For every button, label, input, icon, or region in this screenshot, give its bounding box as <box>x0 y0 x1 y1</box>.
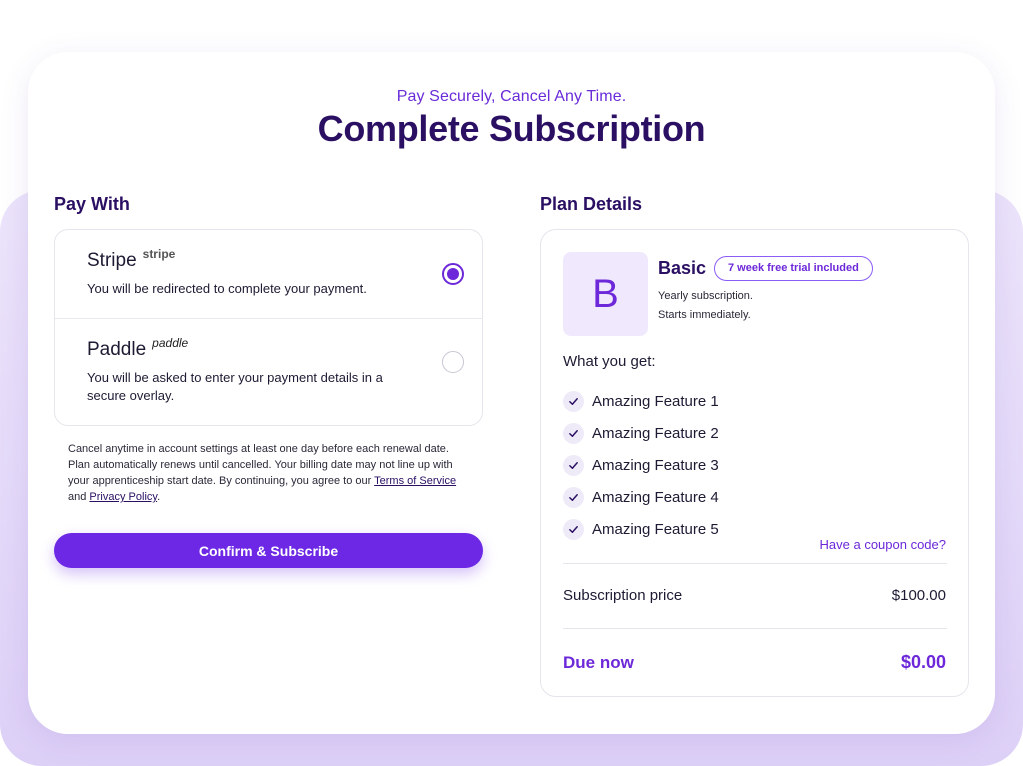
terms-of-service-link[interactable]: Terms of Service <box>374 475 456 487</box>
method-name: Paddle paddle <box>87 336 189 361</box>
legal-conjunction: and <box>68 491 87 503</box>
payment-method-stripe[interactable]: Stripe stripe You will be redirected to c… <box>55 230 482 319</box>
divider <box>563 628 947 629</box>
radio-unselected-icon[interactable] <box>442 351 464 373</box>
page-title: Complete Subscription <box>317 108 706 149</box>
plan-start: Starts immediately. <box>658 309 751 321</box>
subscription-price-label: Subscription price <box>563 587 683 604</box>
trial-badge: 7 week free trial included <box>714 256 873 281</box>
method-description: You will be redirected to complete your … <box>87 281 367 296</box>
payment-method-list: Stripe stripe You will be redirected to c… <box>54 229 483 426</box>
paddle-logo: paddle <box>152 336 189 350</box>
divider <box>563 563 947 564</box>
legal-end: . <box>157 491 161 503</box>
method-name-label: Stripe <box>87 250 137 271</box>
check-icon <box>563 422 584 444</box>
subscription-price-value: $100.00 <box>891 587 946 604</box>
method-description: You will be asked to enter your payment … <box>87 370 383 403</box>
privacy-policy-link[interactable]: Privacy Policy <box>89 491 157 503</box>
features-heading: What you get: <box>563 353 656 370</box>
plan-details-heading: Plan Details <box>540 194 643 214</box>
list-item: Amazing Feature 4 <box>563 481 719 513</box>
check-icon <box>563 454 584 476</box>
check-icon <box>563 486 584 508</box>
page-eyebrow: Pay Securely, Cancel Any Time. <box>396 88 627 105</box>
check-icon <box>563 518 584 540</box>
method-name: Stripe stripe <box>87 247 176 272</box>
feature-label: Amazing Feature 3 <box>592 456 719 474</box>
due-now-label: Due now <box>563 653 634 672</box>
list-item: Amazing Feature 1 <box>563 385 719 417</box>
confirm-subscribe-button[interactable]: Confirm & Subscribe <box>54 533 483 568</box>
plan-name: Basic <box>658 258 707 278</box>
method-name-label: Paddle <box>87 339 147 360</box>
payment-method-paddle[interactable]: Paddle paddle You will be asked to enter … <box>55 319 482 425</box>
feature-label: Amazing Feature 1 <box>592 392 719 410</box>
feature-label: Amazing Feature 5 <box>592 520 719 538</box>
due-now-value: $0.00 <box>900 652 946 672</box>
list-item: Amazing Feature 5 <box>563 513 719 545</box>
legal-notice: Cancel anytime in account settings at le… <box>68 441 468 505</box>
list-item: Amazing Feature 3 <box>563 449 719 481</box>
feature-label: Amazing Feature 2 <box>592 424 719 442</box>
list-item: Amazing Feature 2 <box>563 417 719 449</box>
plan-avatar: B <box>563 252 648 336</box>
feature-list: Amazing Feature 1 Amazing Feature 2 Amaz… <box>563 385 719 545</box>
pay-with-heading: Pay With <box>54 194 130 214</box>
radio-selected-icon[interactable] <box>442 263 464 285</box>
stripe-logo: stripe <box>142 247 176 261</box>
check-icon <box>563 390 584 412</box>
coupon-code-link[interactable]: Have a coupon code? <box>820 537 946 552</box>
plan-details-card: B Basic 7 week free trial included Yearl… <box>540 229 969 697</box>
plan-billing-period: Yearly subscription. <box>658 290 753 302</box>
feature-label: Amazing Feature 4 <box>592 488 719 506</box>
